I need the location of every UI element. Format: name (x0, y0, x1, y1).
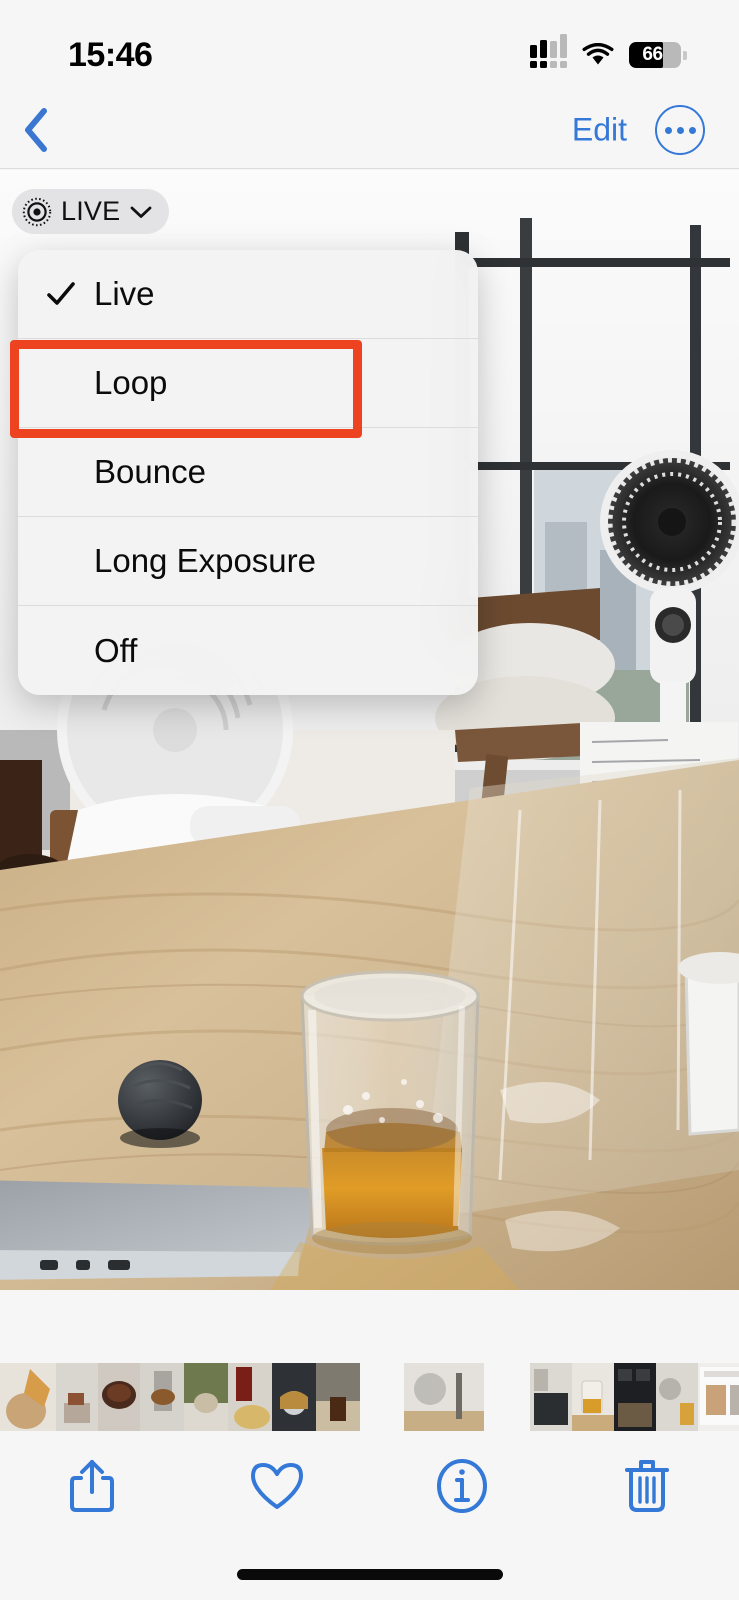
list-item[interactable] (316, 1363, 360, 1431)
menu-item-bounce[interactable]: Bounce (18, 428, 478, 517)
battery-percent-label: 66 (642, 44, 663, 65)
list-item[interactable] (656, 1363, 698, 1431)
list-item-gap (360, 1363, 404, 1431)
list-item[interactable] (184, 1363, 228, 1431)
ellipsis-dot (688, 126, 696, 134)
list-item[interactable] (56, 1363, 98, 1431)
share-icon (70, 1460, 115, 1512)
photo-thumbnail-strip[interactable] (0, 1363, 739, 1431)
live-badge-label: LIVE (61, 196, 121, 226)
menu-item-off[interactable]: Off (18, 606, 478, 695)
battery-cap (683, 50, 687, 60)
list-item[interactable] (98, 1363, 140, 1431)
menu-item-long-exposure[interactable]: Long Exposure (18, 517, 478, 606)
menu-item-label: Long Exposure (94, 542, 316, 579)
menu-item-loop[interactable]: Loop (18, 339, 478, 428)
live-photo-mode-menu[interactable]: Live Loop Bounce Long Exposure Off (18, 250, 478, 695)
chevron-left-icon (25, 108, 47, 152)
list-item[interactable] (614, 1363, 656, 1431)
cellular-dots-icon (530, 34, 567, 68)
list-item[interactable] (228, 1363, 272, 1431)
menu-item-label: Bounce (94, 453, 206, 490)
photos-app-screen: 15:46 66 Edit LIVE Live Loop Bounce Long… (0, 0, 739, 1600)
list-item[interactable] (404, 1363, 484, 1431)
share-button[interactable] (52, 1446, 132, 1526)
menu-item-label: Live (94, 275, 155, 312)
status-indicators: 66 (530, 34, 687, 68)
list-item[interactable] (698, 1363, 739, 1431)
list-item[interactable] (140, 1363, 184, 1431)
menu-item-live[interactable]: Live (18, 250, 478, 339)
edit-button[interactable]: Edit (572, 112, 627, 149)
info-circle-icon (436, 1459, 487, 1513)
heart-icon (251, 1463, 304, 1509)
home-indicator (236, 1569, 503, 1580)
list-item-gap (484, 1363, 530, 1431)
status-time: 15:46 (68, 35, 153, 74)
ellipsis-dot (664, 126, 672, 134)
menu-item-label: Loop (94, 364, 168, 401)
live-photo-icon (22, 197, 52, 226)
wifi-icon (582, 43, 614, 65)
live-photo-mode-button[interactable]: LIVE (12, 189, 170, 234)
menu-item-label: Off (94, 631, 138, 669)
checkmark-icon (47, 282, 75, 305)
back-button[interactable] (12, 106, 60, 154)
trash-icon (624, 1460, 669, 1512)
battery-icon: 66 (629, 42, 681, 68)
more-options-button[interactable] (655, 105, 705, 155)
favorite-button[interactable] (237, 1446, 317, 1526)
list-item[interactable] (272, 1363, 316, 1431)
ellipsis-dot (676, 126, 684, 134)
list-item[interactable] (572, 1363, 614, 1431)
photo-action-toolbar (0, 1431, 739, 1541)
navigation-bar: Edit (0, 92, 739, 169)
info-button[interactable] (422, 1446, 502, 1526)
chevron-down-icon (130, 206, 152, 218)
list-item[interactable] (530, 1363, 572, 1431)
status-bar: 15:46 66 (0, 0, 739, 92)
delete-button[interactable] (607, 1446, 687, 1526)
list-item[interactable] (0, 1363, 56, 1431)
